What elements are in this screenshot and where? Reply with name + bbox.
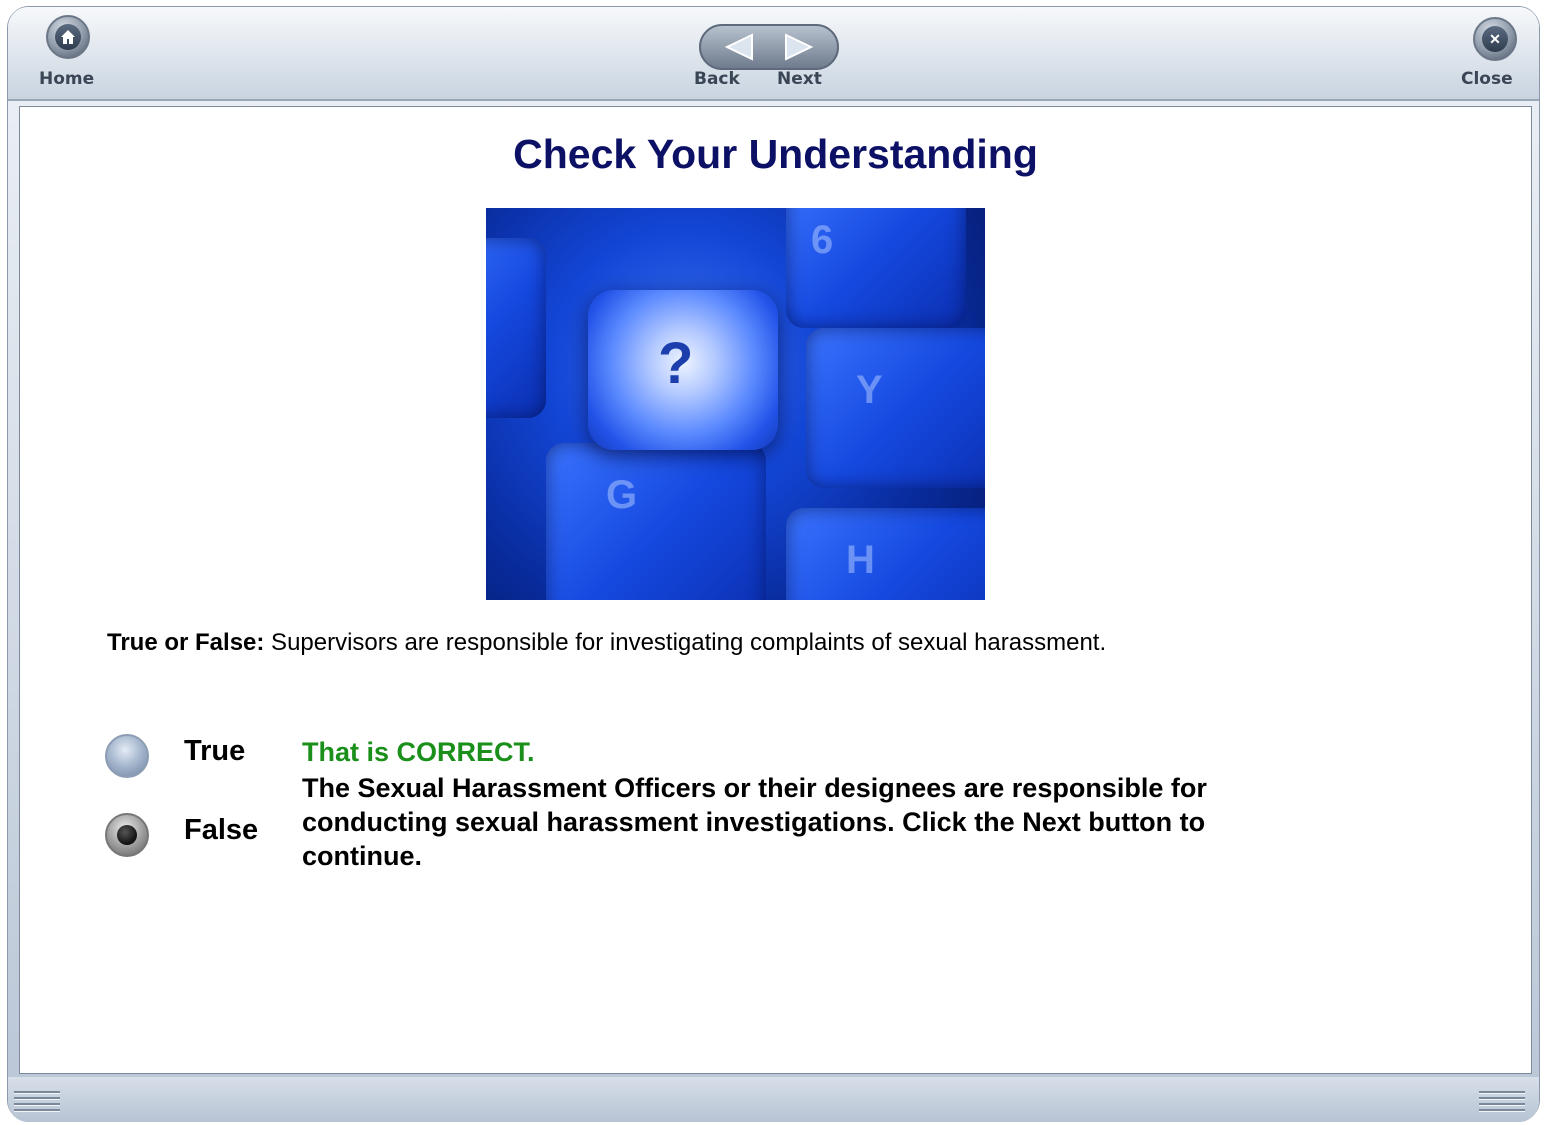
question-key: ? <box>588 290 778 450</box>
home-icon <box>55 24 81 50</box>
close-button[interactable]: ✕ <box>1473 17 1517 61</box>
content-pane: Check Your Understanding 6 Y G H ? True … <box>19 106 1532 1074</box>
page-title: Check Your Understanding <box>513 131 1038 177</box>
key-g: G <box>546 443 766 600</box>
feedback-heading: That is CORRECT. <box>302 737 535 767</box>
close-label[interactable]: Close <box>1461 69 1513 89</box>
next-button[interactable] <box>771 30 827 64</box>
key-left <box>486 238 546 418</box>
option-true-label[interactable]: True <box>184 735 245 768</box>
home-label[interactable]: Home <box>39 69 94 89</box>
back-label[interactable]: Back <box>694 69 740 89</box>
next-arrow-icon <box>785 33 814 61</box>
back-arrow-icon <box>724 33 753 61</box>
back-next-pill <box>699 24 839 70</box>
key-h: H <box>786 508 985 600</box>
close-icon: ✕ <box>1482 26 1508 52</box>
question-text: True or False: Supervisors are responsib… <box>107 629 1106 657</box>
status-bar <box>8 1077 1539 1122</box>
resize-grip-left-icon[interactable] <box>14 1091 60 1117</box>
key-6: 6 <box>786 208 966 328</box>
back-button[interactable] <box>711 30 767 64</box>
home-button[interactable] <box>46 15 90 59</box>
feedback-body: The Sexual Harassment Officers or their … <box>302 773 1207 871</box>
next-label[interactable]: Next <box>777 69 822 89</box>
option-false-label[interactable]: False <box>184 814 258 847</box>
radio-false[interactable] <box>105 813 149 857</box>
question-body: Supervisors are responsible for investig… <box>264 629 1107 656</box>
radio-selected-dot <box>117 825 137 845</box>
resize-grip-right-icon[interactable] <box>1479 1091 1525 1117</box>
toolbar: Home Back Next ✕ Close <box>8 7 1539 101</box>
key-y: Y <box>806 328 985 488</box>
question-prefix: True or False: <box>107 629 265 656</box>
radio-true[interactable] <box>105 734 149 778</box>
keyboard-question-mark-photo: 6 Y G H ? <box>486 208 985 600</box>
